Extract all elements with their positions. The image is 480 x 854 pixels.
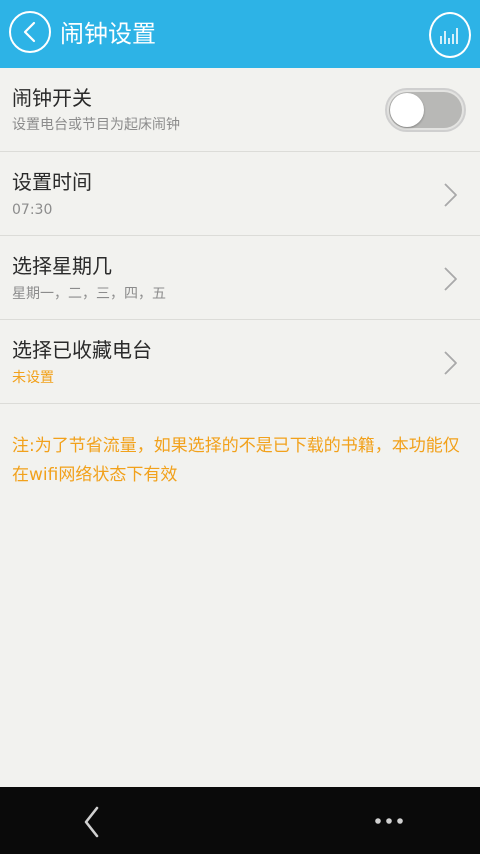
chevron-left-icon bbox=[23, 21, 36, 43]
weekdays-value: 星期一，二，三，四，五 bbox=[12, 286, 166, 302]
audio-player-button[interactable] bbox=[429, 12, 471, 58]
chevron-right-icon bbox=[444, 183, 457, 207]
weekdays-title: 选择星期几 bbox=[12, 254, 112, 278]
weekdays-row[interactable]: 选择星期几 星期一，二，三，四，五 bbox=[0, 236, 480, 320]
back-button[interactable] bbox=[9, 11, 51, 53]
chevron-right-icon bbox=[444, 267, 457, 291]
station-value: 未设置 bbox=[12, 370, 54, 386]
nav-back-icon[interactable] bbox=[80, 805, 104, 839]
set-time-value: 07:30 bbox=[12, 202, 53, 218]
set-time-title: 设置时间 bbox=[12, 170, 92, 194]
wifi-notice: 注:为了节省流量，如果选择的不是已下载的书籍，本功能仅在wifi网络状态下有效 bbox=[12, 436, 460, 485]
alarm-switch-subtitle: 设置电台或节目为起床闹钟 bbox=[12, 117, 180, 133]
system-nav-bar bbox=[0, 787, 480, 854]
page-title: 闹钟设置 bbox=[60, 20, 156, 48]
audio-bars-icon bbox=[440, 28, 458, 44]
more-dots-icon[interactable] bbox=[372, 815, 406, 827]
top-bar: 闹钟设置 bbox=[0, 0, 480, 68]
set-time-row[interactable]: 设置时间 07:30 bbox=[0, 152, 480, 236]
toggle-knob bbox=[390, 93, 424, 127]
station-row[interactable]: 选择已收藏电台 未设置 bbox=[0, 320, 480, 404]
toggle-track bbox=[389, 92, 462, 128]
station-title: 选择已收藏电台 bbox=[12, 338, 152, 362]
alarm-switch-title: 闹钟开关 bbox=[12, 86, 92, 110]
chevron-right-icon bbox=[444, 351, 457, 375]
alarm-toggle[interactable] bbox=[385, 88, 466, 132]
